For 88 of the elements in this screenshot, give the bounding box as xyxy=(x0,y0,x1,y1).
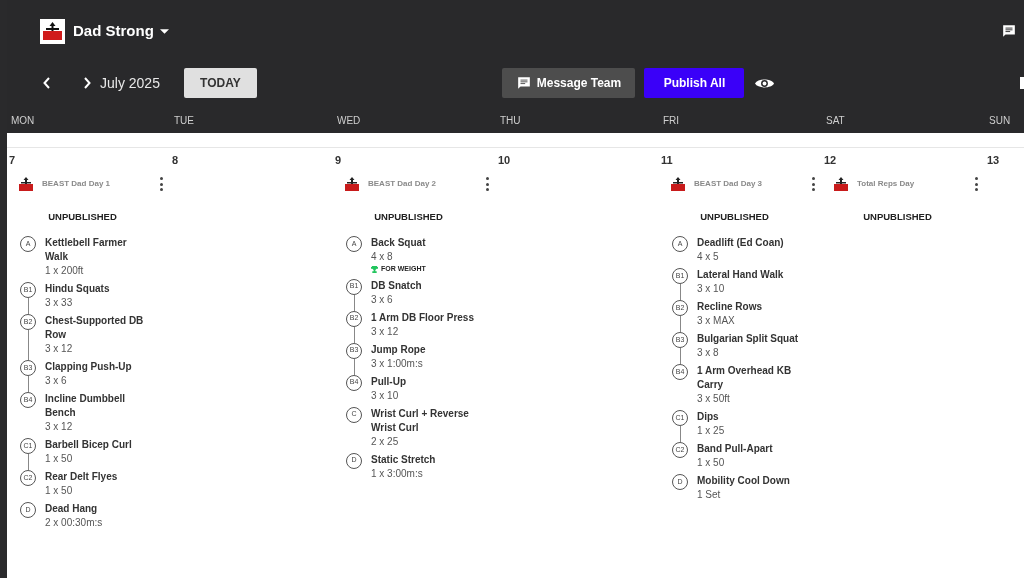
exercise-name[interactable]: Recline Rows xyxy=(697,300,801,314)
more-button[interactable] xyxy=(973,176,979,192)
exercise-sets: 3 x 8 xyxy=(697,346,720,360)
exercise-name[interactable]: Wrist Curl + Reverse Wrist Curl xyxy=(371,406,475,435)
exercise-sets: 3 x 50ft xyxy=(697,392,731,406)
status-label: UNPUBLISHED xyxy=(863,209,932,224)
exercise-sets: 3 x 12 xyxy=(371,324,400,339)
chat-icon xyxy=(516,76,531,90)
exercise-name[interactable]: Hindu Squats xyxy=(45,282,149,296)
exercise-sets: 3 x 10 xyxy=(371,388,400,403)
date-number: 9 xyxy=(335,152,342,168)
exercise-sets: 3 x 6 xyxy=(371,292,394,307)
exercise-sets: 3 x 1:00m:s xyxy=(371,356,424,371)
date-number: 7 xyxy=(9,152,16,168)
exercise-name[interactable]: Rear Delt Flyes xyxy=(45,470,149,484)
workout-title[interactable]: BEAST Dad Day 1 xyxy=(42,178,158,190)
more-button[interactable] xyxy=(484,176,490,192)
date-number: 10 xyxy=(498,152,511,168)
exercise-name[interactable]: DB Snatch xyxy=(371,278,475,293)
today-button[interactable]: TODAY xyxy=(183,68,257,98)
weekday-label: SUN xyxy=(989,114,1011,126)
date-number: 8 xyxy=(172,152,179,168)
exercise-sets: 1 x 3:00m:s xyxy=(371,466,424,481)
weekday-label: THU xyxy=(500,114,521,126)
exercise-name[interactable]: Chest-Supported DB Row xyxy=(45,314,149,342)
chat-icon[interactable] xyxy=(1002,24,1016,38)
chevron-right-icon xyxy=(83,77,91,89)
workout-logo-icon xyxy=(670,176,686,192)
exercise-name[interactable]: Band Pull-Apart xyxy=(697,442,801,456)
exercise-name[interactable]: Dips xyxy=(697,410,801,424)
exercise-name[interactable]: Deadlift (Ed Coan) xyxy=(697,236,801,250)
exercise-name[interactable]: Static Stretch xyxy=(371,452,475,467)
exercise-name[interactable]: Bulgarian Split Squat xyxy=(697,332,801,346)
exercise-name[interactable]: Mobility Cool Down xyxy=(697,474,801,488)
exercise-sets: 3 x 33 xyxy=(45,296,74,310)
exercise-sets: 2 x 25 xyxy=(371,434,400,449)
exercise-sets: 3 x MAX xyxy=(697,314,736,328)
workout-logo-icon xyxy=(833,176,849,192)
exercise-name[interactable]: Incline Dumbbell Bench xyxy=(45,392,149,420)
exercise-sets: 1 Set xyxy=(697,488,722,502)
trophy-icon xyxy=(371,265,378,273)
exercise-sets: 3 x 12 xyxy=(45,342,74,356)
publish-all-button[interactable]: Publish All xyxy=(644,68,745,98)
exercise-name[interactable]: Clapping Push-Up xyxy=(45,360,149,374)
exercise-name[interactable]: Back Squat xyxy=(371,236,475,250)
team-name[interactable]: Dad Strong xyxy=(73,19,154,43)
exercise-name[interactable]: 1 Arm Overhead KB Carry xyxy=(697,364,801,392)
team-logo xyxy=(40,18,65,44)
weekday-label: MON xyxy=(11,114,35,126)
status-label: UNPUBLISHED xyxy=(48,209,117,224)
date-number: 13 xyxy=(987,152,1000,168)
workout-logo-icon xyxy=(344,176,360,192)
exercise-name[interactable]: Jump Rope xyxy=(371,342,475,357)
exercise-sets: 4 x 8 xyxy=(371,250,394,264)
exercise-sets: 3 x 6 xyxy=(45,374,68,388)
workout-title[interactable]: BEAST Dad Day 3 xyxy=(694,178,810,190)
caret-icon[interactable] xyxy=(159,28,169,34)
weekday-label: FRI xyxy=(663,114,680,126)
more-button[interactable] xyxy=(158,176,164,192)
month-label: July 2025 xyxy=(100,73,160,93)
exercise-sets: 1 x 25 xyxy=(697,424,726,438)
exercise-sets: 4 x 5 xyxy=(697,250,720,264)
exercise-name[interactable]: Dead Hang xyxy=(45,502,149,516)
exercise-name[interactable]: Lateral Hand Walk xyxy=(697,268,801,282)
exercise-name[interactable]: Pull-Up xyxy=(371,374,475,389)
exercise-sets: 1 x 50 xyxy=(697,456,726,470)
workout-logo-icon xyxy=(18,176,34,192)
exercise-sets: 1 x 200ft xyxy=(45,264,85,278)
exercise-sets: 3 x 12 xyxy=(45,420,74,434)
exercise-name[interactable]: 1 Arm DB Floor Press xyxy=(371,310,475,325)
date-number: 11 xyxy=(661,152,673,168)
message-team-button[interactable]: Message Team xyxy=(502,68,636,98)
date-number: 12 xyxy=(824,152,837,168)
chevron-left-icon xyxy=(43,77,51,89)
exercise-name[interactable]: Barbell Bicep Curl xyxy=(45,438,149,452)
exercise-sets: 1 x 50 xyxy=(45,484,74,498)
workout-title[interactable]: Total Reps Day xyxy=(857,178,973,190)
exercise-name[interactable]: Kettlebell Farmer Walk xyxy=(45,236,149,264)
weekday-label: WED xyxy=(337,114,361,126)
exercise-sets: 3 x 10 xyxy=(697,282,726,296)
status-label: UNPUBLISHED xyxy=(374,209,443,224)
weekday-label: TUE xyxy=(174,114,194,126)
weekday-label: SAT xyxy=(826,114,845,126)
exercise-sets: 1 x 50 xyxy=(45,452,74,466)
more-button[interactable] xyxy=(810,176,816,192)
exercise-sets: 2 x 00:30m:s xyxy=(45,516,104,530)
workout-title[interactable]: BEAST Dad Day 2 xyxy=(368,178,484,190)
status-label: UNPUBLISHED xyxy=(700,209,769,224)
